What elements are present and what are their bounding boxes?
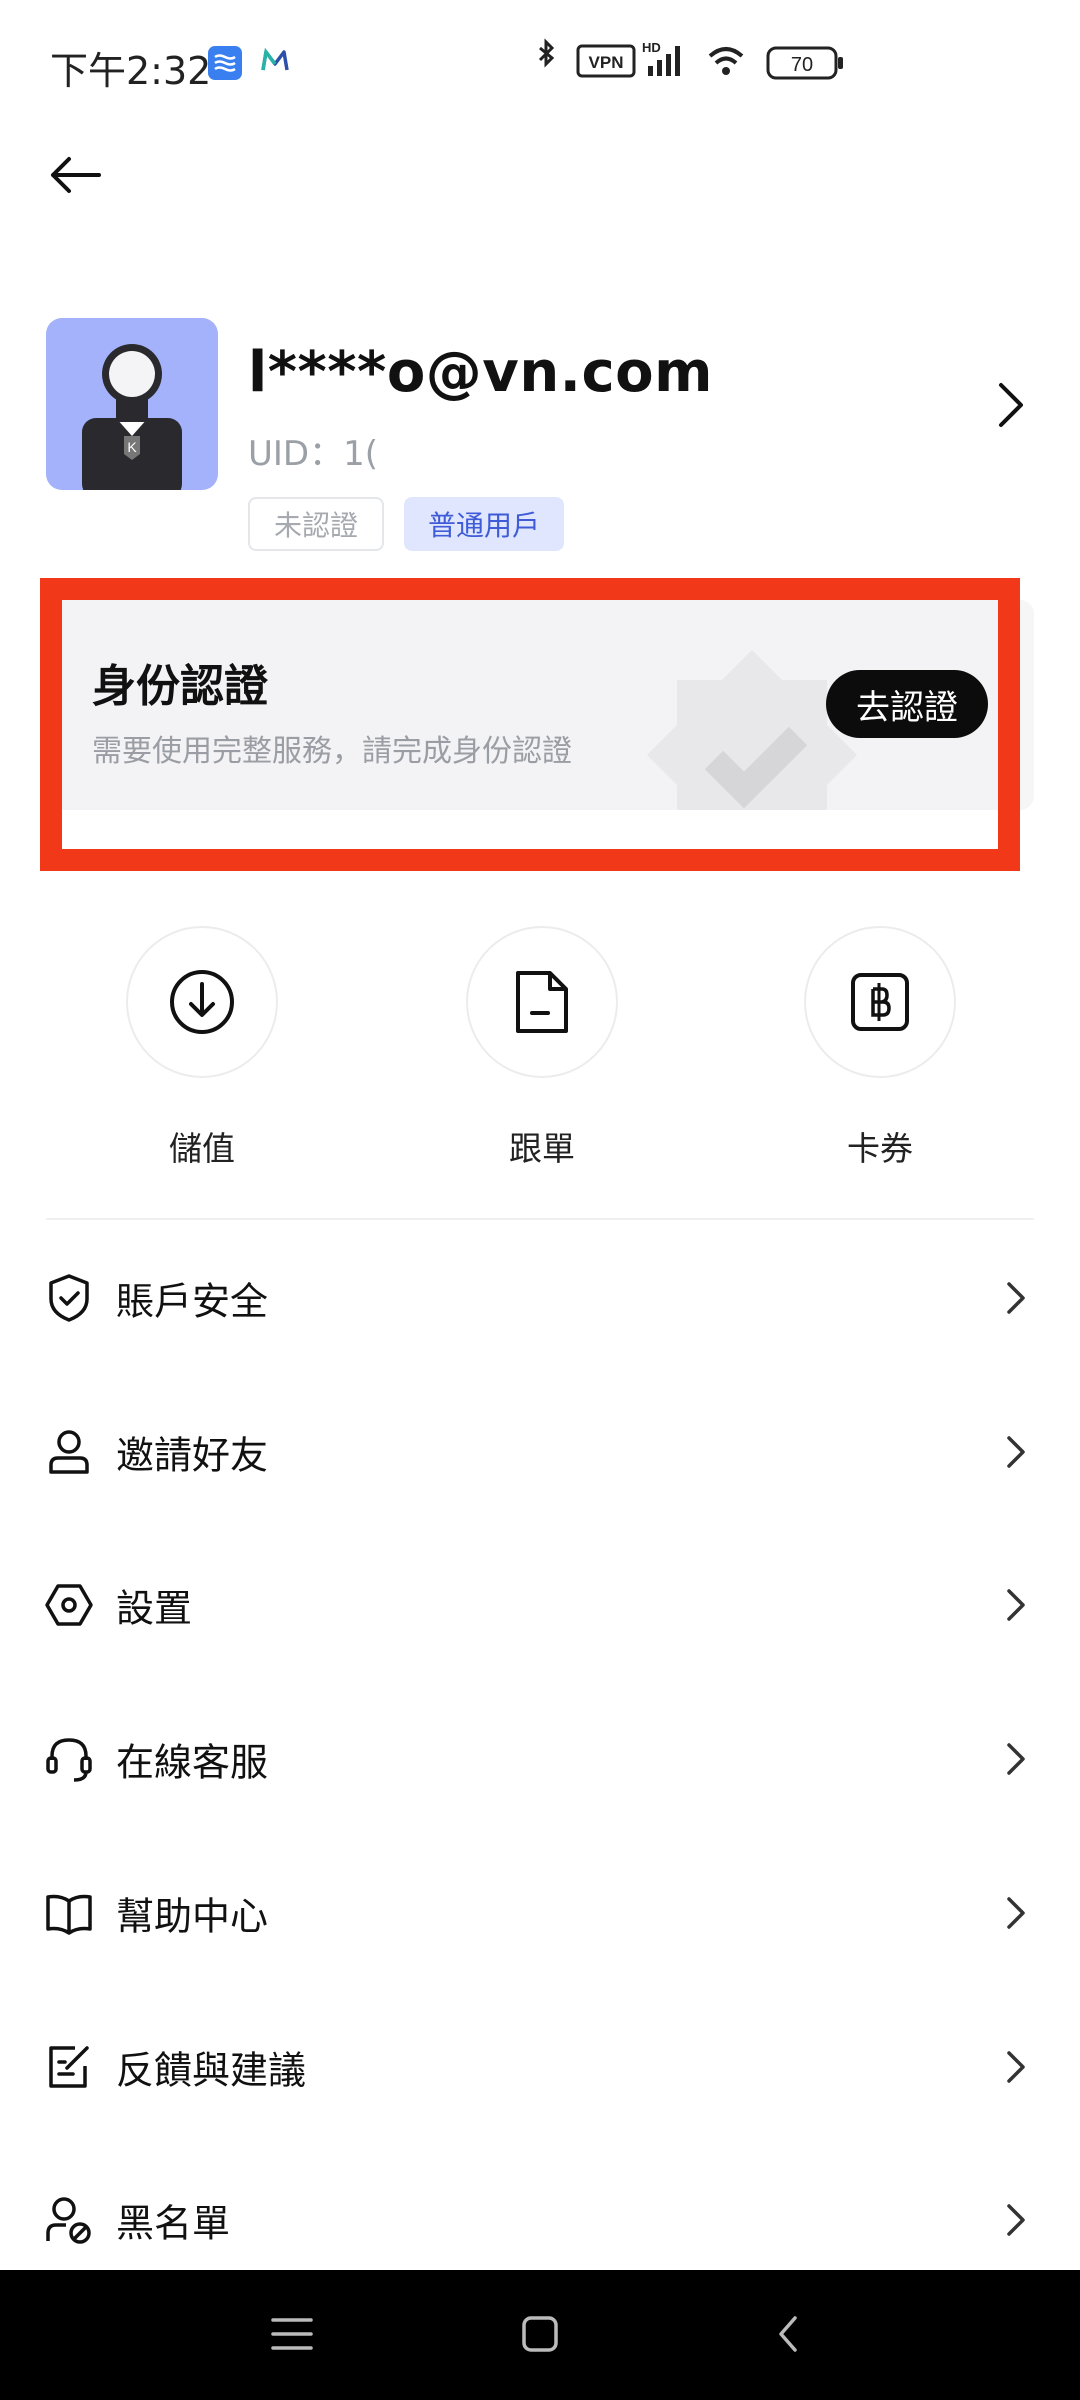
user-blocked-icon [44,2195,94,2245]
avatar-letter: K [127,439,137,455]
home-button[interactable] [510,2304,570,2364]
coupons-label: 卡券 [847,1129,913,1168]
back-button[interactable] [40,140,110,210]
status-time: 下午2:32 [50,49,212,93]
menu-label: 反饋與建議 [116,2048,307,2093]
recent-apps-button[interactable] [262,2304,322,2364]
status-bar: 下午2:32 VPN HD 70 [0,0,1080,128]
section-divider [46,1218,1034,1220]
mail-app-icon [260,47,290,78]
user-icon [44,1427,94,1477]
menu-label: 設置 [116,1586,193,1631]
hexagon-settings-icon [44,1580,94,1630]
unverified-badge: 未認證 [248,497,384,551]
menu-item-help-center[interactable]: 幫助中心 [0,1838,1080,1988]
user-uid: UID：1( [248,434,378,474]
profile-detail-button[interactable] [985,375,1035,435]
menu-label: 幫助中心 [116,1894,269,1939]
vpn-label: VPN [589,53,624,72]
chevron-right-icon [1007,2204,1025,2236]
copy-trade-label: 跟單 [509,1129,575,1168]
menu-label: 在線客服 [116,1740,269,1785]
chevron-right-icon [1007,1743,1025,1775]
menu-item-settings[interactable]: 設置 [0,1530,1080,1680]
deposit-icon-circle [126,926,278,1078]
menu-item-invite-friends[interactable]: 邀請好友 [0,1377,1080,1527]
chevron-right-icon [1007,1282,1025,1314]
battery-level: 70 [791,54,813,76]
shield-check-icon [44,1273,94,1323]
avatar[interactable]: K [46,318,218,490]
menu-item-account-security[interactable]: 賬戶安全 [0,1223,1080,1373]
coupons-icon-circle [804,926,956,1078]
highlight-frame [40,578,1020,871]
user-email: l****o@vn.com [248,340,713,405]
download-circle-icon [170,970,234,1034]
menu-item-feedback[interactable]: 反饋與建議 [0,1992,1080,2142]
network-label: HD [642,40,661,55]
menu-item-online-support[interactable]: 在線客服 [0,1684,1080,1834]
baht-coupon-icon [851,973,909,1031]
menu-label: 賬戶安全 [116,1279,269,1324]
chevron-right-icon [1007,1589,1025,1621]
chevron-right-icon [999,383,1023,427]
app-notification-icon [208,46,242,80]
deposit-label: 儲值 [169,1129,235,1168]
chevron-right-icon [1007,1436,1025,1468]
home-square-icon [522,2316,558,2352]
chevron-left-icon [779,2316,797,2352]
copy-trade-button[interactable]: 跟單 [462,926,622,1168]
book-icon [44,1888,94,1938]
menu-label: 黑名單 [116,2201,231,2246]
coupons-button[interactable]: 卡券 [800,926,960,1168]
menu-icon [271,2318,313,2350]
copy-trade-icon-circle [466,926,618,1078]
system-navigation-bar [0,2270,1080,2400]
user-level-badge: 普通用戶 [404,497,564,551]
menu-label: 邀請好友 [116,1433,269,1478]
system-back-button[interactable] [758,2304,818,2364]
chevron-right-icon [1007,2051,1025,2083]
arrow-left-icon [51,157,101,193]
document-icon [516,971,568,1033]
feedback-edit-icon [44,2042,94,2092]
chevron-right-icon [1007,1897,1025,1929]
status-icons: VPN HD 70 [538,38,843,80]
deposit-button[interactable]: 儲值 [122,926,282,1168]
headset-icon [44,1734,94,1784]
